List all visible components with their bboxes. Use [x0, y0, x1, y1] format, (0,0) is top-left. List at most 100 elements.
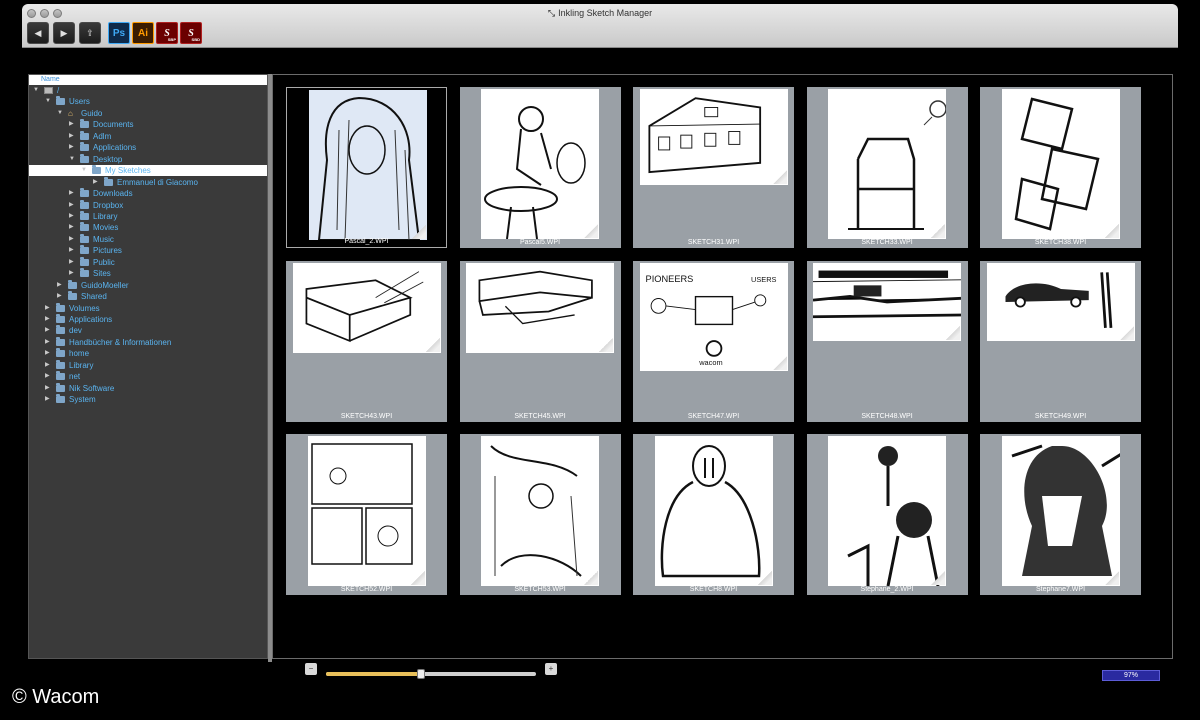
page-curl-icon: [757, 571, 772, 585]
tree-item[interactable]: ▶ Dropbox: [29, 199, 267, 211]
disclosure-collapsed-icon[interactable]: ▶: [45, 383, 50, 394]
tree-item[interactable]: ▶ Library: [29, 210, 267, 222]
tree-item[interactable]: ▶ Volumes: [29, 302, 267, 314]
disclosure-collapsed-icon[interactable]: ▶: [69, 268, 74, 279]
sketch-thumbnail[interactable]: Pascal5.WPI: [459, 87, 621, 248]
disclosure-collapsed-icon[interactable]: ▶: [69, 211, 74, 222]
disclosure-collapsed-icon[interactable]: ▶: [69, 234, 74, 245]
sketch-thumbnail[interactable]: SKETCH33.WPI: [806, 87, 968, 248]
tree-item[interactable]: ▼ ⌂ Guido: [29, 108, 267, 119]
tree-item-label: Downloads: [93, 189, 133, 199]
illustrator-button[interactable]: Ai: [132, 22, 154, 44]
disclosure-expanded-icon[interactable]: ▼: [81, 165, 87, 176]
tree-item[interactable]: ▶ Movies: [29, 222, 267, 233]
disclosure-collapsed-icon[interactable]: ▶: [69, 200, 74, 211]
disclosure-expanded-icon[interactable]: ▼: [57, 108, 63, 119]
sketch-thumbnail[interactable]: SKETCH52.WPI: [286, 434, 447, 595]
tree-item-label: Movies: [93, 223, 119, 233]
tree-item[interactable]: ▼ Desktop: [29, 153, 267, 165]
disclosure-collapsed-icon[interactable]: ▶: [57, 291, 62, 302]
zoom-out-icon[interactable]: −: [305, 663, 317, 675]
disclosure-collapsed-icon[interactable]: ▶: [45, 348, 50, 359]
tree-item[interactable]: ▶ net: [29, 371, 267, 382]
disclosure-expanded-icon[interactable]: ▼: [45, 96, 51, 107]
disclosure-collapsed-icon[interactable]: ▶: [69, 257, 74, 268]
forward-button[interactable]: ▶: [53, 22, 75, 44]
sketchbook-designer-button[interactable]: S SBD: [180, 22, 202, 44]
disclosure-expanded-icon[interactable]: ▼: [69, 154, 75, 165]
zoom-slider-knob[interactable]: [416, 669, 425, 679]
sketch-thumbnail[interactable]: SKETCH48.WPI: [806, 260, 968, 422]
disclosure-collapsed-icon[interactable]: ▶: [45, 303, 50, 314]
tree-item[interactable]: ▶ Sites: [29, 268, 267, 279]
disclosure-collapsed-icon[interactable]: ▶: [45, 360, 50, 371]
folder-tree-sidebar[interactable]: Name ▼ / ▼ Users ▼ ⌂ Guido ▶ Documents ▶ Adlm ▶ Appl…: [28, 74, 268, 659]
back-button[interactable]: ◀: [27, 22, 49, 44]
tree-item[interactable]: ▶ Public: [29, 256, 267, 268]
tree-item[interactable]: ▼ /: [29, 85, 267, 96]
disclosure-expanded-icon[interactable]: ▼: [33, 85, 39, 96]
tree-item[interactable]: ▶ Pictures: [29, 245, 267, 256]
sketch-thumbnail[interactable]: SKETCH49.WPI: [980, 260, 1141, 422]
tree-item[interactable]: ▶ dev: [29, 325, 267, 336]
column-header-name[interactable]: Name: [29, 75, 267, 85]
tree-item[interactable]: ▶ GuidoMoeller: [29, 279, 267, 291]
tree-item[interactable]: ▶ Handbücher & Informationen: [29, 336, 267, 348]
photoshop-button[interactable]: Ps: [108, 22, 130, 44]
page-curl-icon: [425, 337, 440, 352]
page-curl-icon: [584, 571, 598, 585]
tree-item-label: Library: [93, 211, 118, 221]
disclosure-collapsed-icon[interactable]: ▶: [69, 222, 74, 233]
page-curl-icon: [1104, 571, 1119, 585]
disclosure-collapsed-icon[interactable]: ▶: [57, 280, 62, 291]
sketch-thumbnail[interactable]: Pascal_2.WPI: [286, 87, 447, 248]
folder-icon: [68, 279, 77, 289]
tree-item[interactable]: ▶ Music: [29, 233, 267, 245]
app-badge: SBD: [191, 37, 200, 42]
sketch-thumbnail[interactable]: PIONEERS USERS wacom SKETCH47.WPI: [633, 260, 794, 422]
sketch-thumbnail[interactable]: Stephane_2.WPI: [806, 434, 968, 595]
sketch-thumbnail[interactable]: SKETCH45.WPI: [459, 260, 621, 422]
thumbnail-grid: Pascal_2.WPI Pascal5.WPI SKETCH31.WPI SKETC…: [272, 74, 1173, 659]
tree-item[interactable]: ▶ Shared: [29, 291, 267, 302]
sketchbook-pro-button[interactable]: S SBP: [156, 22, 178, 44]
disclosure-collapsed-icon[interactable]: ▶: [45, 394, 50, 405]
tree-item[interactable]: ▶ Adlm: [29, 130, 267, 142]
disclosure-collapsed-icon[interactable]: ▶: [69, 131, 74, 142]
disclosure-collapsed-icon[interactable]: ▶: [69, 119, 74, 130]
sketch-thumbnail[interactable]: SKETCH43.WPI: [286, 260, 447, 422]
tree-item[interactable]: ▶ System: [29, 394, 267, 405]
thumbnail-filename: SKETCH31.WPI: [687, 239, 740, 246]
tree-item[interactable]: ▼ My Sketches: [29, 165, 267, 177]
tree-item-label: System: [69, 395, 96, 405]
disclosure-collapsed-icon[interactable]: ▶: [93, 177, 98, 188]
sketch-thumbnail[interactable]: SKETCH38.WPI: [980, 87, 1141, 248]
tree-item[interactable]: ▶ Library: [29, 359, 267, 371]
illustrator-icon: Ai: [138, 27, 148, 39]
zoom-in-icon[interactable]: +: [545, 663, 557, 675]
sketch-preview-image: [466, 262, 614, 353]
tree-item[interactable]: ▶ Applications: [29, 314, 267, 325]
tree-item[interactable]: ▶ Applications: [29, 142, 267, 153]
disclosure-collapsed-icon[interactable]: ▶: [69, 245, 74, 256]
export-button[interactable]: ⇪: [79, 22, 101, 44]
disclosure-collapsed-icon[interactable]: ▶: [45, 337, 50, 348]
disclosure-collapsed-icon[interactable]: ▶: [45, 371, 50, 382]
sketch-thumbnail[interactable]: SKETCH8.WPI: [633, 434, 794, 595]
tree-item[interactable]: ▶ home: [29, 348, 267, 359]
zoom-slider[interactable]: [326, 669, 536, 679]
tree-item[interactable]: ▶ Emmanuel di Giacomo: [29, 176, 267, 188]
disclosure-collapsed-icon[interactable]: ▶: [45, 314, 50, 325]
disclosure-collapsed-icon[interactable]: ▶: [45, 325, 50, 336]
tree-item[interactable]: ▼ Users: [29, 96, 267, 107]
page-curl-icon: [946, 325, 960, 340]
sketch-thumbnail[interactable]: Stephane7.WPI: [980, 434, 1141, 595]
sketch-thumbnail[interactable]: SKETCH31.WPI: [633, 87, 794, 248]
disclosure-collapsed-icon[interactable]: ▶: [69, 188, 74, 199]
sketch-thumbnail[interactable]: SKETCH53.WPI: [459, 434, 621, 595]
tree-item[interactable]: ▶ Documents: [29, 119, 267, 130]
disclosure-collapsed-icon[interactable]: ▶: [69, 142, 74, 153]
tree-item[interactable]: ▶ Nik Software: [29, 382, 267, 394]
tree-item-label: /: [57, 86, 60, 95]
tree-item[interactable]: ▶ Downloads: [29, 188, 267, 199]
